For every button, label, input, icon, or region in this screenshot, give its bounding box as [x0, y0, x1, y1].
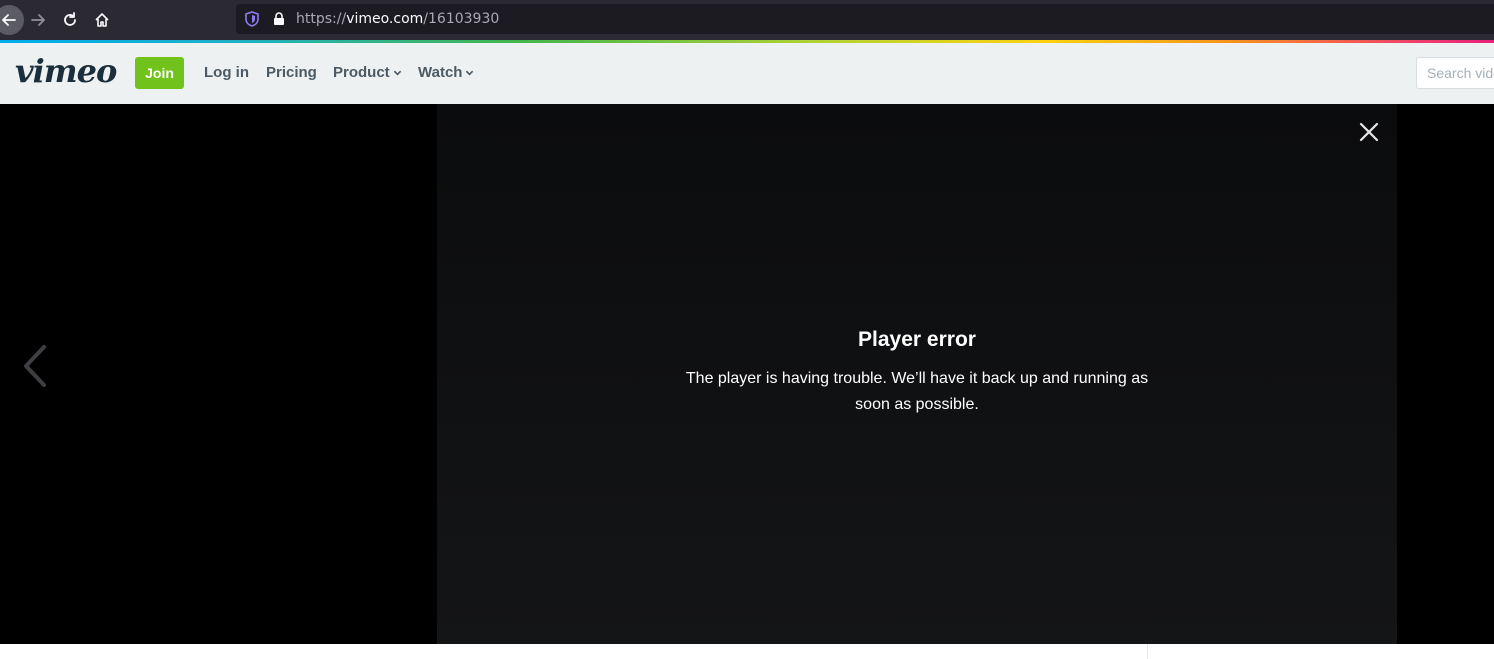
chevron-down-icon	[466, 70, 474, 76]
url-bar[interactable]: https://vimeo.com/16103930	[236, 4, 1494, 34]
chevron-down-icon	[393, 70, 401, 76]
site-header: vimeo Join Log in Pricing Product Watch …	[0, 43, 1494, 104]
login-link[interactable]: Log in	[204, 64, 249, 81]
arrow-left-icon	[2, 14, 16, 26]
vimeo-logo[interactable]: vimeo	[15, 52, 117, 90]
join-button[interactable]: Join	[135, 57, 184, 89]
content-divider	[1147, 644, 1148, 659]
chevron-left-icon[interactable]	[20, 344, 50, 388]
back-button[interactable]	[0, 5, 24, 35]
url-text[interactable]: https://vimeo.com/16103930	[296, 11, 499, 27]
home-button[interactable]	[88, 6, 116, 34]
player-error-message: The player is having trouble. We’ll have…	[685, 370, 1149, 413]
product-menu-label: Product	[333, 64, 390, 81]
shield-icon[interactable]	[244, 11, 260, 27]
video-player[interactable]: Player error The player is having troubl…	[437, 104, 1397, 644]
player-error-title: Player error	[858, 328, 976, 351]
reload-icon	[64, 12, 76, 26]
home-icon	[95, 13, 109, 27]
page-content-area	[0, 644, 1494, 659]
url-host: vimeo.com	[346, 11, 424, 27]
lock-icon[interactable]	[272, 12, 286, 26]
watch-menu[interactable]: Watch	[418, 64, 474, 81]
url-path: /16103930	[423, 11, 500, 27]
search-input[interactable]: Search videos	[1416, 57, 1494, 89]
browser-toolbar: https://vimeo.com/16103930	[0, 0, 1494, 40]
video-stage: Player error The player is having troubl…	[0, 104, 1494, 644]
close-icon[interactable]	[1358, 121, 1380, 143]
forward-button[interactable]	[24, 6, 52, 34]
reload-button[interactable]	[56, 6, 84, 34]
arrow-right-icon	[31, 14, 45, 26]
url-scheme: https://	[296, 11, 347, 27]
watch-menu-label: Watch	[418, 64, 463, 81]
product-menu[interactable]: Product	[333, 64, 402, 81]
pricing-link[interactable]: Pricing	[266, 64, 317, 81]
